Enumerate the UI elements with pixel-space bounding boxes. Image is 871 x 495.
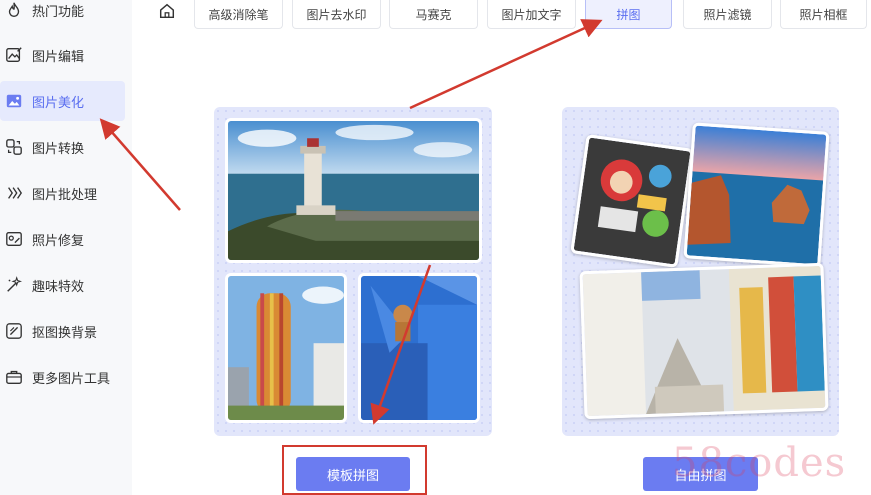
sidebar: 热门功能 图片编辑 图片美化 图片转换 图片批处理 照片修复 趣味特效 抠图换背… [0,0,132,495]
image-edit-icon [4,45,24,65]
collage-photo-sea-rocks [683,122,830,268]
tab-remove-watermark[interactable]: 图片去水印 [292,0,381,29]
tab-collage[interactable]: 拼图 [585,0,672,29]
sidebar-item-label: 照片修复 [32,233,85,249]
sidebar-item-label: 图片转换 [32,141,85,157]
tab-mosaic[interactable]: 马赛克 [389,0,478,29]
sidebar-item-label: 抠图换背景 [32,325,98,341]
tab-eraser[interactable]: 高级消除笔 [194,0,283,29]
magic-wand-icon [4,275,24,295]
template-collage-card[interactable] [214,107,492,436]
image-beautify-icon [4,91,24,111]
collage-photo-blue-wall [358,273,480,423]
photo-repair-icon [4,229,24,249]
sidebar-item-batch[interactable]: 图片批处理 [0,173,125,213]
collage-photo-street [579,262,829,420]
sidebar-item-label: 图片编辑 [32,49,85,65]
tab-photo-frame[interactable]: 照片相框 [780,0,867,29]
collage-photo-tower [225,273,347,423]
home-button[interactable] [152,0,182,26]
sidebar-item-label: 更多图片工具 [32,371,111,387]
sidebar-item-more-tools[interactable]: 更多图片工具 [0,357,125,397]
sidebar-item-convert[interactable]: 图片转换 [0,127,125,167]
flame-icon [4,0,24,20]
collage-photo-lighthouse [225,118,482,263]
sidebar-item-photo-repair[interactable]: 照片修复 [0,219,125,259]
template-collage-button[interactable]: 模板拼图 [296,457,410,491]
tab-add-text[interactable]: 图片加文字 [487,0,576,29]
tab-photo-filter[interactable]: 照片滤镜 [683,0,772,29]
cutout-icon [4,321,24,341]
sidebar-item-label: 图片批处理 [32,187,98,203]
batch-icon [4,183,24,203]
sidebar-item-cutout[interactable]: 抠图换背景 [0,311,125,351]
toolbox-icon [4,367,24,387]
convert-icon [4,137,24,157]
sidebar-item-label: 热门功能 [32,4,85,20]
sidebar-item-image-edit[interactable]: 图片编辑 [0,35,125,75]
sidebar-item-image-beautify[interactable]: 图片美化 [0,81,125,121]
sidebar-item-fun-effects[interactable]: 趣味特效 [0,265,125,305]
sidebar-item-label: 趣味特效 [32,279,85,295]
free-collage-card[interactable] [562,107,839,436]
collage-photo-stickers [570,134,694,268]
watermark: 58codes [672,440,847,486]
home-icon [158,2,176,24]
arrow-to-collage-tab [409,19,603,110]
sidebar-item-label: 图片美化 [32,95,85,111]
sidebar-item-hot[interactable]: 热门功能 [0,0,125,30]
